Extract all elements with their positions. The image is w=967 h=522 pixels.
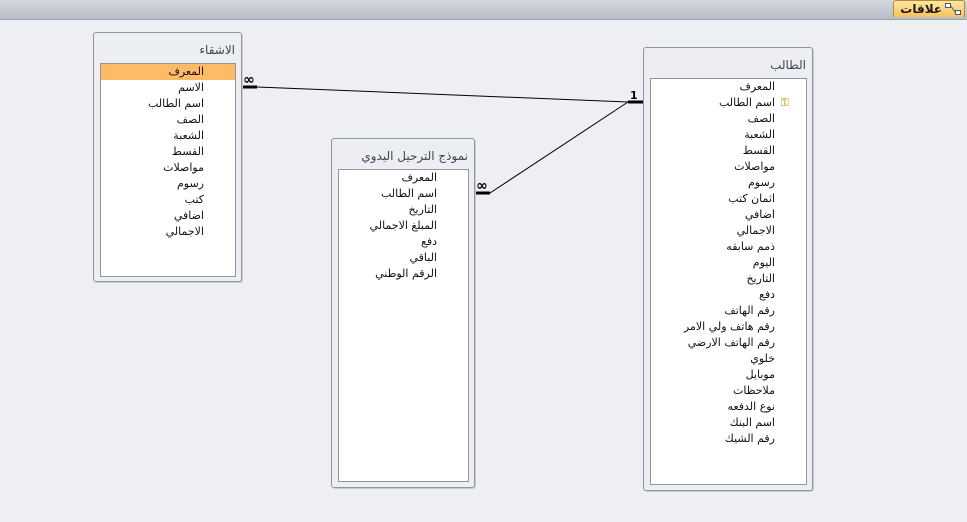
field-row[interactable]: الاجمالي (101, 224, 235, 240)
field-label: رقم هاتف ولي الامر (683, 320, 775, 333)
relationship-line-transfer-student (489, 101, 629, 194)
field-row[interactable]: التاريخ (339, 202, 468, 218)
field-row[interactable]: التاريخ (651, 271, 806, 287)
field-label: موبايل (745, 368, 775, 381)
table-title: الاشقاء (199, 43, 235, 57)
field-label: ملاحظات (733, 384, 775, 397)
field-row[interactable]: رسوم (651, 175, 806, 191)
field-row[interactable]: اضافي (651, 207, 806, 223)
primary-key-icon: ⚿ (780, 96, 789, 109)
field-row[interactable]: الصف (651, 111, 806, 127)
field-row[interactable]: المعرف (339, 170, 468, 186)
field-label: المعرف (739, 80, 775, 93)
field-row[interactable]: نوع الدفعه (651, 399, 806, 415)
field-label: رسوم (747, 176, 775, 189)
many-cardinality-label: ∞ (476, 178, 488, 194)
table-student[interactable]: الطالب المعرف ⚿ اسم الطالب الصف الشعبة القسط م… (643, 47, 813, 491)
field-row[interactable]: خلوي (651, 351, 806, 367)
field-row[interactable]: موبايل (651, 367, 806, 383)
field-label: الشعبة (173, 129, 204, 142)
field-row[interactable]: مواصلات (101, 160, 235, 176)
field-label: رقم الهاتف الارضي (687, 336, 775, 349)
field-label: دفع (758, 288, 775, 301)
field-row[interactable]: رقم هاتف ولي الامر (651, 319, 806, 335)
field-label: كتب (184, 193, 204, 206)
many-cardinality-label: ∞ (243, 72, 255, 88)
field-label: دفع (420, 235, 437, 248)
field-label: نوع الدفعه (727, 400, 775, 413)
field-label: التاريخ (408, 203, 437, 216)
field-label: القسط (742, 144, 775, 157)
field-row[interactable]: اضافي (101, 208, 235, 224)
field-label: الاسم (178, 81, 204, 94)
field-label: المعرف (168, 65, 204, 78)
field-label: مواصلات (734, 160, 775, 173)
table-ashqaa[interactable]: الاشقاء المعرف الاسم اسم الطالب الصف الشعبة ا… (93, 32, 242, 282)
field-row[interactable]: رقم الهاتف (651, 303, 806, 319)
field-row[interactable]: مواصلات (651, 159, 806, 175)
field-row[interactable]: القسط (101, 144, 235, 160)
field-label: الصف (176, 113, 204, 126)
table-transfer[interactable]: نموذج الترحيل اليدوي المعرف اسم الطالب الت… (331, 138, 475, 488)
field-label: رسوم (176, 177, 204, 190)
field-label: مواصلات (163, 161, 204, 174)
field-row[interactable]: اثمان كتب (651, 191, 806, 207)
field-row[interactable]: الباقي (339, 250, 468, 266)
field-row[interactable]: ذمم سابقه (651, 239, 806, 255)
field-label: المبلغ الاجمالي (369, 219, 437, 232)
field-row[interactable]: رقم الهاتف الارضي (651, 335, 806, 351)
field-label: اسم البنك (729, 416, 775, 429)
field-label: اضافي (173, 209, 204, 222)
field-row[interactable]: الشعبة (101, 128, 235, 144)
field-row[interactable]: الرقم الوطني (339, 266, 468, 282)
field-label: الشعبة (744, 128, 775, 141)
field-row[interactable]: الصف (101, 112, 235, 128)
one-cardinality-label: 1 (630, 89, 638, 102)
relationship-line-ashqaa-student (256, 86, 629, 103)
field-label: خلوي (750, 352, 775, 365)
field-row[interactable]: دفع (339, 234, 468, 250)
field-label: اضافي (744, 208, 775, 221)
field-row[interactable]: اسم الطالب (339, 186, 468, 202)
field-label: اسم الطالب (147, 97, 204, 110)
field-label: رقم الهاتف (724, 304, 775, 317)
field-row[interactable]: اليوم (651, 255, 806, 271)
field-row[interactable]: الاجمالي (651, 223, 806, 239)
field-label: التاريخ (746, 272, 775, 285)
field-row[interactable]: كتب (101, 192, 235, 208)
field-row[interactable]: رسوم (101, 176, 235, 192)
field-label: اسم الطالب (718, 96, 775, 109)
field-row[interactable]: الشعبة (651, 127, 806, 143)
field-row[interactable]: المعرف (101, 64, 235, 80)
field-list[interactable]: المعرف اسم الطالب التاريخ المبلغ الاجمالي دف… (338, 169, 469, 482)
field-row[interactable]: المعرف (651, 79, 806, 95)
field-row[interactable]: اسم البنك (651, 415, 806, 431)
field-label: الاجمالي (165, 225, 204, 238)
field-list[interactable]: المعرف ⚿ اسم الطالب الصف الشعبة القسط مواصلات ر… (650, 78, 807, 485)
field-row[interactable]: ملاحظات (651, 383, 806, 399)
field-row[interactable]: الاسم (101, 80, 235, 96)
field-row[interactable]: دفع (651, 287, 806, 303)
field-label: اليوم (752, 256, 775, 269)
field-label: الاجمالي (736, 224, 775, 237)
field-row[interactable]: القسط (651, 143, 806, 159)
table-title: نموذج الترحيل اليدوي (361, 149, 468, 163)
field-row[interactable]: المبلغ الاجمالي (339, 218, 468, 234)
field-label: اثمان كتب (728, 192, 775, 205)
field-row[interactable]: ⚿ اسم الطالب (651, 95, 806, 111)
field-list[interactable]: المعرف الاسم اسم الطالب الصف الشعبة القسط مواص… (100, 63, 236, 277)
field-label: المعرف (401, 171, 437, 184)
table-title: الطالب (770, 58, 806, 72)
field-label: الصف (747, 112, 775, 125)
field-label: القسط (171, 145, 204, 158)
field-label: الرقم الوطني (375, 267, 437, 280)
field-row[interactable]: اسم الطالب (101, 96, 235, 112)
field-label: الباقي (409, 251, 437, 264)
field-label: رقم الشيك (724, 432, 775, 445)
field-row[interactable]: رقم الشيك (651, 431, 806, 447)
field-label: ذمم سابقه (726, 240, 775, 253)
field-label: اسم الطالب (380, 187, 437, 200)
